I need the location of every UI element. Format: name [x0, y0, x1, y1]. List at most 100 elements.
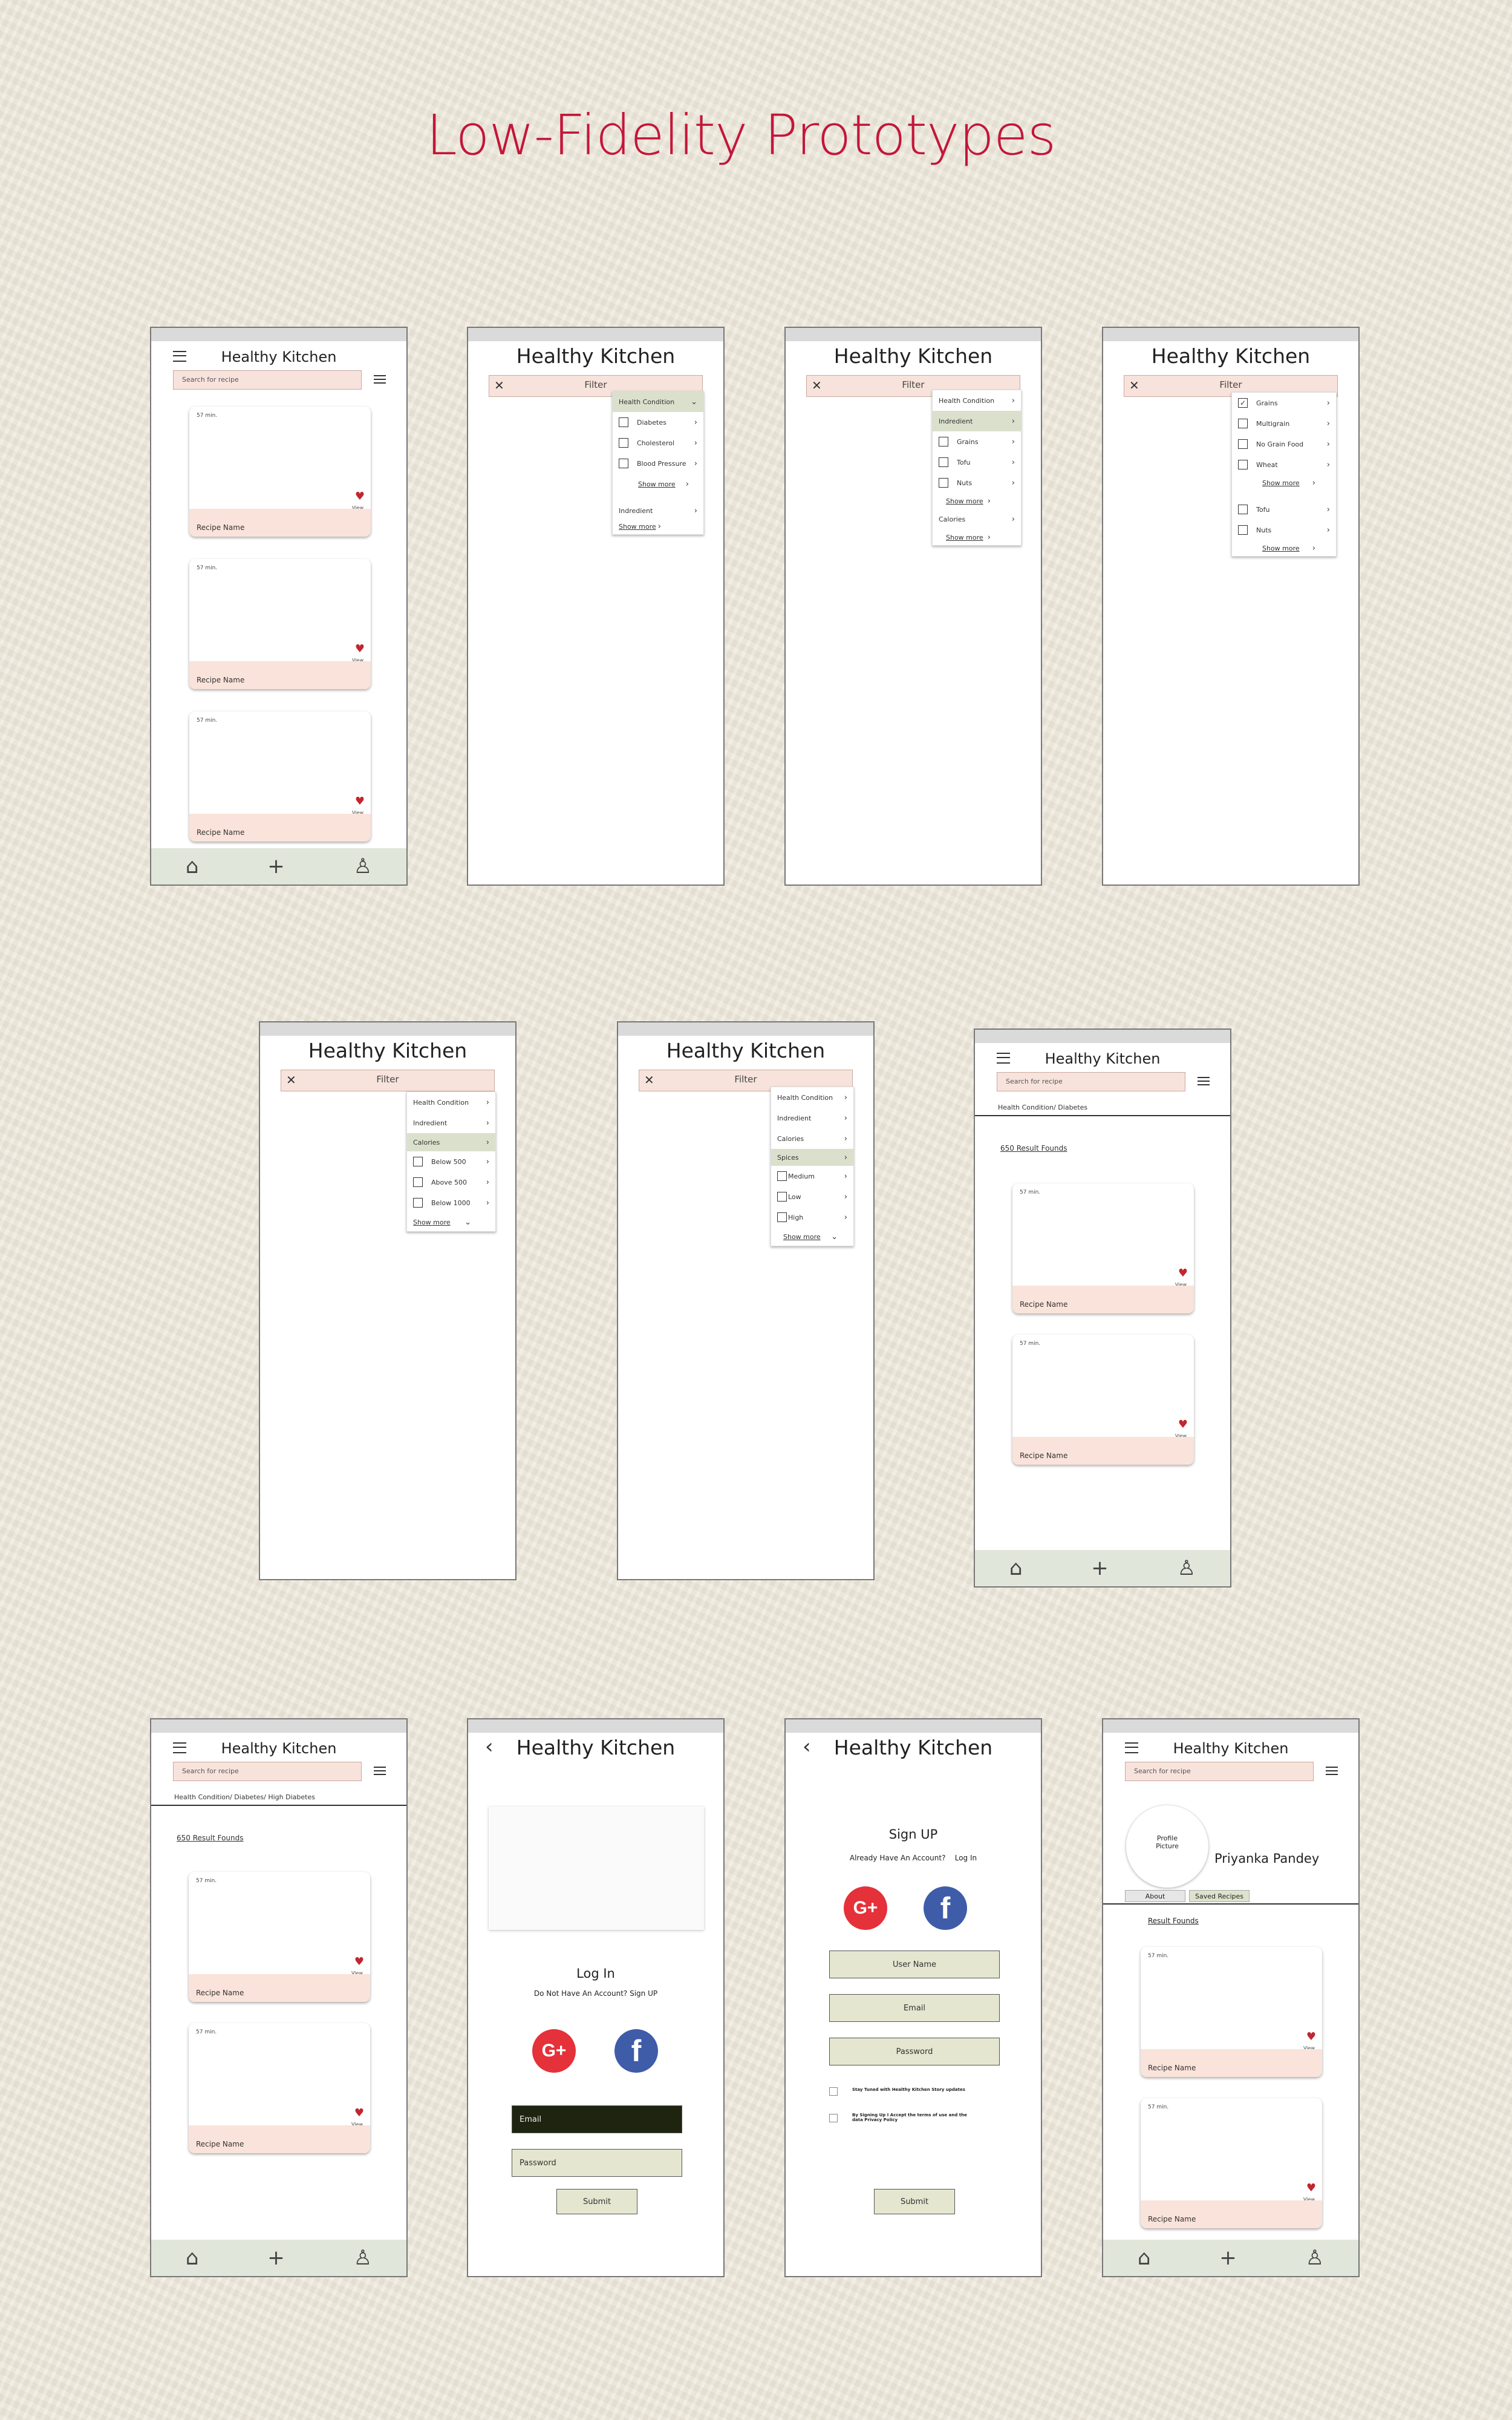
- filter-icon[interactable]: [374, 1767, 386, 1776]
- heart-icon[interactable]: ♥: [354, 2108, 364, 2119]
- home-icon[interactable]: ⌂: [186, 856, 199, 877]
- menu-item[interactable]: Calories ›: [407, 1133, 495, 1151]
- menu-item[interactable]: Blood Pressure ›: [613, 453, 703, 474]
- checkbox[interactable]: [1238, 398, 1248, 408]
- heart-icon[interactable]: ♥: [354, 1957, 364, 1967]
- show-more-link[interactable]: Show more ›: [1232, 475, 1336, 491]
- google-plus-icon[interactable]: G+: [844, 1886, 887, 1930]
- checkbox[interactable]: [413, 1157, 423, 1166]
- password-field[interactable]: Password: [829, 2038, 1000, 2065]
- signup-prompt[interactable]: Do Not Have An Account? Sign UP: [468, 1989, 723, 1998]
- heart-icon[interactable]: ♥: [355, 796, 365, 807]
- terms-checkbox[interactable]: [829, 2114, 838, 2122]
- email-field[interactable]: Email: [829, 1994, 1000, 2022]
- checkbox[interactable]: [939, 478, 948, 488]
- show-more-link[interactable]: Show more ›: [1232, 540, 1336, 556]
- home-icon[interactable]: ⌂: [186, 2248, 199, 2268]
- menu-item[interactable]: Spices ›: [771, 1149, 853, 1166]
- home-icon[interactable]: ⌂: [1009, 1558, 1023, 1578]
- menu-item[interactable]: Above 500 ›: [407, 1172, 495, 1192]
- checkbox[interactable]: [1238, 460, 1248, 469]
- heart-icon[interactable]: ♥: [1306, 2183, 1316, 2194]
- add-icon[interactable]: +: [267, 2248, 285, 2268]
- filter-icon[interactable]: [1326, 1767, 1338, 1776]
- menu-item[interactable]: Calories ›: [933, 509, 1021, 529]
- menu-item[interactable]: No Grain Food ›: [1232, 434, 1336, 454]
- profile-icon[interactable]: ♙: [1178, 1558, 1196, 1578]
- add-icon[interactable]: +: [1219, 2248, 1237, 2268]
- heart-icon[interactable]: ♥: [1178, 1419, 1188, 1430]
- recipe-card[interactable]: 57 min. ♥ View Recipe Name: [1141, 1947, 1322, 2077]
- checkbox[interactable]: [413, 1177, 423, 1187]
- recipe-card[interactable]: 57 min. ♥ View Recipe Name: [1141, 2098, 1322, 2228]
- tab-about[interactable]: About: [1125, 1890, 1185, 1902]
- show-more-link[interactable]: Show more ›: [933, 493, 1021, 509]
- show-more-link[interactable]: Show more ›: [933, 529, 1021, 545]
- checkbox[interactable]: [777, 1192, 787, 1202]
- login-prompt[interactable]: Already Have An Account? Log In: [786, 1854, 1041, 1862]
- search-input[interactable]: Search for recipe: [997, 1072, 1185, 1091]
- menu-item[interactable]: High ›: [771, 1207, 853, 1228]
- menu-item[interactable]: Nuts ›: [1232, 520, 1336, 540]
- updates-checkbox[interactable]: [829, 2087, 838, 2096]
- heart-icon[interactable]: ♥: [355, 644, 365, 655]
- checkbox[interactable]: [413, 1198, 423, 1208]
- username-field[interactable]: User Name: [829, 1951, 1000, 1978]
- google-plus-icon[interactable]: G+: [532, 2029, 576, 2073]
- menu-item[interactable]: Below 500 ›: [407, 1151, 495, 1172]
- menu-item[interactable]: Multigrain ›: [1232, 413, 1336, 434]
- breadcrumb[interactable]: Health Condition/ Diabetes/ High Diabete…: [174, 1793, 406, 1801]
- heart-icon[interactable]: ♥: [355, 491, 365, 502]
- menu-item[interactable]: Indredient ›: [933, 411, 1021, 431]
- recipe-card[interactable]: 57 min. ♥ View Recipe Name: [189, 1872, 370, 2002]
- checkbox[interactable]: [619, 459, 628, 468]
- results-count[interactable]: Result Founds: [1148, 1917, 1199, 1925]
- profile-icon[interactable]: ♙: [1306, 2248, 1324, 2268]
- results-count[interactable]: 650 Result Founds: [177, 1834, 406, 1842]
- menu-item[interactable]: Health Condition ›: [933, 390, 1021, 411]
- checkbox[interactable]: [619, 417, 628, 427]
- breadcrumb[interactable]: Health Condition/ Diabetes: [998, 1104, 1230, 1111]
- menu-item[interactable]: Indredient ›: [407, 1113, 495, 1133]
- recipe-card[interactable]: 57 min. ♥ View Recipe Name: [189, 711, 371, 842]
- menu-item[interactable]: Cholesterol ›: [613, 433, 703, 453]
- email-field[interactable]: Email: [512, 2105, 682, 2133]
- facebook-icon[interactable]: f: [924, 1886, 967, 1930]
- menu-item[interactable]: Health Condition ›: [771, 1087, 853, 1108]
- filter-icon[interactable]: [374, 375, 386, 385]
- recipe-card[interactable]: 57 min. ♥ View Recipe Name: [189, 559, 371, 689]
- add-icon[interactable]: +: [1091, 1558, 1109, 1578]
- menu-item[interactable]: Tofu ›: [933, 452, 1021, 473]
- menu-item[interactable]: Medium ›: [771, 1166, 853, 1186]
- add-icon[interactable]: +: [267, 856, 285, 877]
- home-icon[interactable]: ⌂: [1138, 2248, 1151, 2268]
- tab-saved-recipes[interactable]: Saved Recipes: [1189, 1890, 1250, 1902]
- checkbox[interactable]: [1238, 525, 1248, 535]
- checkbox[interactable]: [939, 437, 948, 446]
- checkbox[interactable]: [619, 438, 628, 448]
- show-more-link[interactable]: Show more ›: [613, 474, 703, 494]
- facebook-icon[interactable]: f: [614, 2029, 658, 2073]
- search-input[interactable]: Search for recipe: [1125, 1762, 1314, 1781]
- checkbox[interactable]: [1238, 419, 1248, 428]
- menu-item[interactable]: Wheat ›: [1232, 454, 1336, 475]
- menu-item[interactable]: Low ›: [771, 1186, 853, 1207]
- recipe-card[interactable]: 57 min. ♥ View Recipe Name: [1012, 1183, 1194, 1313]
- password-field[interactable]: Password: [512, 2149, 682, 2177]
- checkbox[interactable]: [777, 1212, 787, 1222]
- checkbox[interactable]: [1238, 505, 1248, 514]
- show-more-link[interactable]: Show more ⌄: [771, 1228, 853, 1246]
- show-more-link[interactable]: Show more ›: [613, 518, 703, 534]
- menu-item[interactable]: Below 1000 ›: [407, 1192, 495, 1213]
- heart-icon[interactable]: ♥: [1178, 1268, 1188, 1279]
- results-count[interactable]: 650 Result Founds: [1000, 1144, 1230, 1153]
- show-more-link[interactable]: Show more ⌄: [407, 1213, 495, 1231]
- menu-item[interactable]: Diabetes ›: [613, 412, 703, 433]
- checkbox[interactable]: [777, 1171, 787, 1181]
- profile-icon[interactable]: ♙: [354, 2248, 372, 2268]
- menu-item[interactable]: Grains›: [1232, 393, 1336, 413]
- filter-icon[interactable]: [1198, 1077, 1210, 1087]
- search-input[interactable]: Search for recipe: [173, 370, 362, 390]
- checkbox[interactable]: [1238, 439, 1248, 449]
- profile-icon[interactable]: ♙: [354, 856, 372, 877]
